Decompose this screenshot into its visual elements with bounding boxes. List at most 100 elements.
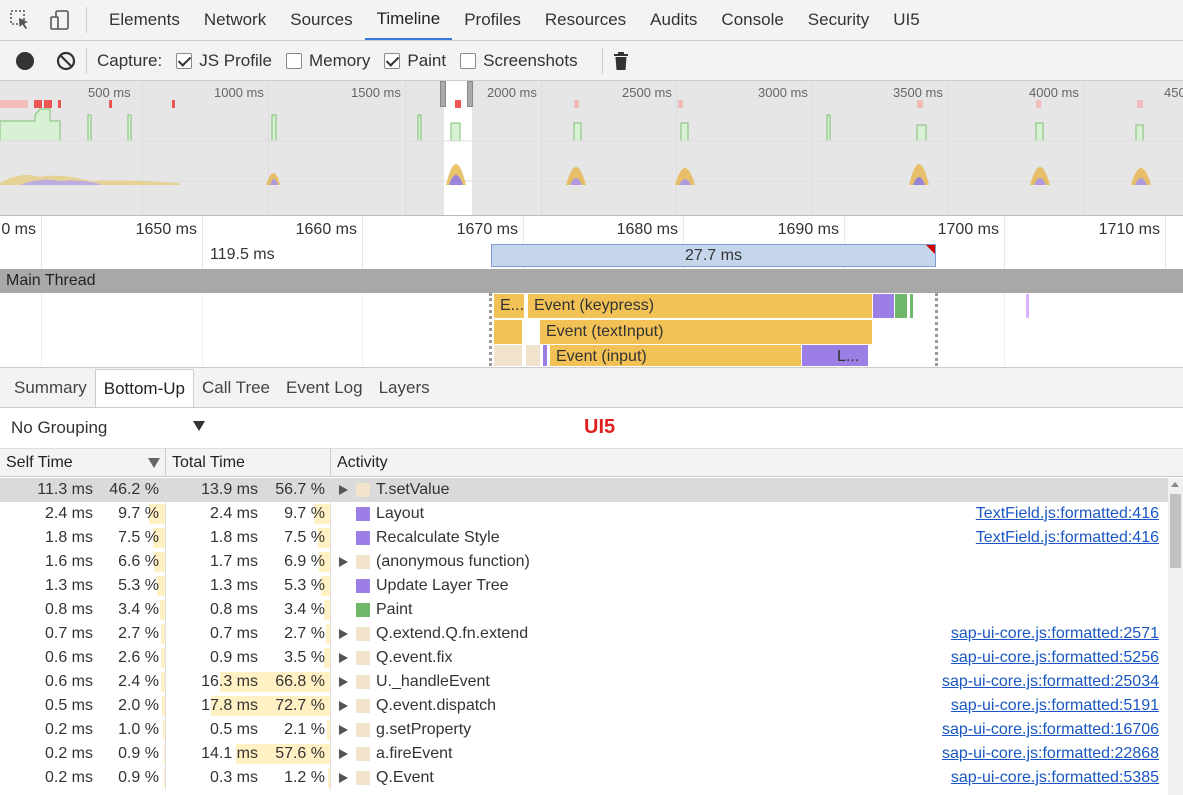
grouping-select[interactable]: No Grouping <box>11 418 205 438</box>
source-link[interactable]: sap-ui-core.js:formatted:5256 <box>951 646 1159 670</box>
device-mode-icon[interactable] <box>40 0 80 40</box>
flame-small-block[interactable] <box>1026 294 1029 318</box>
detail-tab-bottom-up[interactable]: Bottom-Up <box>94 369 194 407</box>
column-divider <box>165 694 166 718</box>
flame-block[interactable] <box>543 345 547 366</box>
tab-elements[interactable]: Elements <box>97 0 192 40</box>
detail-tab-summary[interactable]: Summary <box>6 369 95 407</box>
total-time-value: 1.8 ms <box>209 529 258 546</box>
flame-chart[interactable]: E... Event (keypress) Event (textInput) … <box>0 293 1183 366</box>
column-divider <box>165 526 166 550</box>
activity-name: U._handleEvent <box>376 673 490 690</box>
tab-timeline[interactable]: Timeline <box>364 0 453 40</box>
source-link[interactable]: sap-ui-core.js:formatted:22868 <box>942 742 1159 766</box>
source-link[interactable]: sap-ui-core.js:formatted:25034 <box>942 670 1159 694</box>
self-time-header[interactable]: Self Time <box>0 449 165 477</box>
selection-left-marker <box>489 293 492 366</box>
column-divider <box>165 718 166 742</box>
source-link[interactable]: sap-ui-core.js:formatted:16706 <box>942 718 1159 742</box>
table-scrollbar[interactable] <box>1168 478 1183 795</box>
ruler-tick-label: 1700 ms <box>937 221 999 238</box>
category-swatch-icon <box>356 627 370 641</box>
clear-icon[interactable] <box>56 51 76 71</box>
main-thread-header[interactable]: Main Thread <box>0 269 1183 293</box>
source-link[interactable]: sap-ui-core.js:formatted:5191 <box>951 694 1159 718</box>
expand-arrow-icon[interactable] <box>339 677 348 687</box>
flame-block[interactable] <box>494 345 522 366</box>
ruler-tick-label: 1690 ms <box>777 221 839 238</box>
capture-toolbar: Capture: JS Profile Memory Paint Screens… <box>0 41 1183 81</box>
flame-layout-block[interactable] <box>873 294 894 318</box>
scroll-up-icon[interactable] <box>1171 482 1179 487</box>
table-row[interactable]: 0.2 ms 0.9 % 0.3 ms 1.2 % Q.Event sap-ui-core… <box>0 766 1168 790</box>
expand-arrow-icon[interactable] <box>339 485 348 495</box>
flame-paint-block[interactable] <box>910 294 913 318</box>
column-divider <box>330 766 331 790</box>
source-link[interactable]: sap-ui-core.js:formatted:2571 <box>951 622 1159 646</box>
expand-arrow-icon[interactable] <box>339 653 348 663</box>
table-row[interactable]: 2.4 ms 9.7 % 2.4 ms 9.7 % Layout TextField.js… <box>0 502 1168 526</box>
timeline-ruler: 0 ms 1650 ms 1660 ms 1670 ms 1680 ms 1690 ms 1… <box>0 216 1183 269</box>
table-row[interactable]: 11.3 ms 46.2 % 13.9 ms 56.7 % T.setValue <box>0 478 1168 502</box>
table-row[interactable]: 0.2 ms 1.0 % 0.5 ms 2.1 % g.setProperty sap-u… <box>0 718 1168 742</box>
scrollbar-thumb[interactable] <box>1170 494 1181 568</box>
paint-checkbox[interactable]: Paint <box>384 51 446 71</box>
detail-tab-event-log[interactable]: Event Log <box>278 369 371 407</box>
source-link[interactable]: sap-ui-core.js:formatted:5385 <box>951 766 1159 790</box>
tab-profiles[interactable]: Profiles <box>452 0 533 40</box>
table-row[interactable]: 1.3 ms 5.3 % 1.3 ms 5.3 % Update Layer Tree <box>0 574 1168 598</box>
flame-block[interactable] <box>494 320 522 344</box>
table-row[interactable]: 0.2 ms 0.9 % 14.1 ms 57.6 % a.fireEvent sap-u… <box>0 742 1168 766</box>
flame-event-short[interactable]: E... <box>494 294 524 318</box>
flame-event-textinput[interactable]: Event (textInput) <box>540 320 872 344</box>
tab-network[interactable]: Network <box>192 0 278 40</box>
ruler-tick-label: 0 ms <box>1 221 36 238</box>
tab-security[interactable]: Security <box>796 0 881 40</box>
table-row[interactable]: 1.6 ms 6.6 % 1.7 ms 6.9 % (anonymous functio… <box>0 550 1168 574</box>
flame-event-input[interactable]: Event (input) <box>550 345 801 366</box>
expand-arrow-icon[interactable] <box>339 749 348 759</box>
detail-tab-call-tree[interactable]: Call Tree <box>194 369 278 407</box>
expand-arrow-icon[interactable] <box>339 701 348 711</box>
category-swatch-icon <box>356 771 370 785</box>
column-divider <box>330 622 331 646</box>
expand-arrow-icon[interactable] <box>339 725 348 735</box>
tab-audits[interactable]: Audits <box>638 0 709 40</box>
dropdown-arrow-icon <box>193 421 205 431</box>
detail-tab-layers[interactable]: Layers <box>371 369 438 407</box>
total-time-percent: 5.3 % <box>284 577 325 594</box>
selection-range[interactable]: 27.7 ms <box>491 244 936 267</box>
flame-event-keypress[interactable]: Event (keypress) <box>528 294 872 318</box>
table-row[interactable]: 1.8 ms 7.5 % 1.8 ms 7.5 % Recalculate Style T… <box>0 526 1168 550</box>
memory-checkbox[interactable]: Memory <box>285 51 370 71</box>
flame-block[interactable] <box>802 345 831 366</box>
tab-console[interactable]: Console <box>709 0 795 40</box>
table-row[interactable]: 0.5 ms 2.0 % 17.8 ms 72.7 % Q.event.dispatch… <box>0 694 1168 718</box>
total-time-header[interactable]: Total Time <box>166 449 330 477</box>
activity-header[interactable]: Activity <box>331 449 1131 477</box>
tab-ui5[interactable]: UI5 <box>881 0 931 40</box>
flame-paint-block[interactable] <box>895 294 907 318</box>
inspect-element-icon[interactable] <box>0 0 40 40</box>
table-row[interactable]: 0.6 ms 2.6 % 0.9 ms 3.5 % Q.event.fix sap-ui-… <box>0 646 1168 670</box>
source-link[interactable]: TextField.js:formatted:416 <box>976 526 1159 550</box>
source-link[interactable]: TextField.js:formatted:416 <box>976 502 1159 526</box>
flame-block[interactable] <box>526 345 540 366</box>
tab-resources[interactable]: Resources <box>533 0 638 40</box>
expand-arrow-icon[interactable] <box>339 629 348 639</box>
flame-layout-short[interactable]: L... <box>831 345 868 366</box>
record-button[interactable] <box>16 51 34 70</box>
table-row[interactable]: 0.7 ms 2.7 % 0.7 ms 2.7 % Q.extend.Q.fn.exte… <box>0 622 1168 646</box>
js-profile-checkbox[interactable]: JS Profile <box>176 51 272 71</box>
table-row[interactable]: 0.6 ms 2.4 % 16.3 ms 66.8 % U._handleEvent sa… <box>0 670 1168 694</box>
garbage-collect-icon[interactable] <box>613 51 629 71</box>
screenshots-checkbox[interactable]: Screenshots <box>460 51 578 71</box>
tab-sources[interactable]: Sources <box>278 0 364 40</box>
total-time-percent: 56.7 % <box>275 481 325 498</box>
table-row[interactable]: 0.8 ms 3.4 % 0.8 ms 3.4 % Paint <box>0 598 1168 622</box>
timeline-overview[interactable]: 500 ms 1000 ms 1500 ms 2000 ms 2500 ms 3000 m… <box>0 81 1183 216</box>
column-divider <box>165 478 166 502</box>
expand-arrow-icon[interactable] <box>339 557 348 567</box>
expand-arrow-icon[interactable] <box>339 773 348 783</box>
total-time-percent: 7.5 % <box>284 529 325 546</box>
